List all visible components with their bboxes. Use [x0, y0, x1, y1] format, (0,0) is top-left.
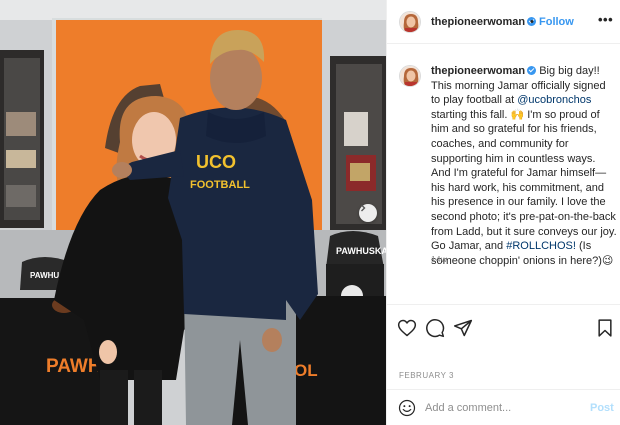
- post-comment-button[interactable]: Post: [590, 402, 614, 414]
- caption-username-text: thepioneerwoman: [431, 65, 526, 77]
- avatar[interactable]: [399, 11, 421, 33]
- caption-username-link[interactable]: thepioneerwoman: [431, 65, 537, 77]
- more-options-icon[interactable]: •••: [598, 13, 613, 27]
- save-bookmark-icon[interactable]: [595, 318, 615, 338]
- action-bar: [387, 304, 620, 348]
- avatar-image: [400, 66, 420, 86]
- comments-area: thepioneerwoman Big big day!! This morni…: [387, 44, 620, 280]
- post-header: thepioneerwoman • Follow •••: [387, 0, 620, 44]
- follow-button[interactable]: Follow: [539, 16, 574, 28]
- instagram-post: PAWHUSKA PAWHU PAWH OL UCO FOOTBALL thep…: [0, 0, 620, 425]
- hashtag-link[interactable]: #ROLLCHOS!: [506, 240, 576, 252]
- chair-text: PAWHUSKA: [336, 246, 386, 256]
- avatar-image: [400, 12, 420, 32]
- mention-link[interactable]: @ucobronchos: [517, 94, 591, 106]
- post-side-panel: thepioneerwoman • Follow ••• thepioneerw…: [386, 0, 620, 425]
- post-caption: thepioneerwoman Big big day!! This morni…: [431, 64, 617, 268]
- username-link[interactable]: thepioneerwoman: [431, 16, 537, 28]
- carousel-next-button[interactable]: [359, 204, 377, 222]
- like-heart-icon[interactable]: [397, 318, 417, 338]
- share-paper-plane-icon[interactable]: [453, 318, 473, 338]
- left-chair-text: PAWHU: [30, 271, 59, 280]
- caption-age: 14w: [431, 254, 448, 264]
- chevron-right-icon: [361, 204, 366, 212]
- add-comment-input[interactable]: [425, 400, 575, 416]
- caption-text-2: starting this fall. 🙌 I'm so proud of hi…: [431, 108, 617, 253]
- username-text: thepioneerwoman: [431, 16, 526, 28]
- post-date: FEBRUARY 3: [399, 371, 454, 380]
- post-photo[interactable]: PAWHUSKA PAWHU PAWH OL UCO FOOTBALL: [0, 0, 386, 425]
- hoodie-text: FOOTBALL: [190, 179, 250, 191]
- emoji-picker-icon[interactable]: [398, 399, 416, 417]
- table-text-right: OL: [294, 361, 318, 380]
- hoodie-logo: UCO: [196, 152, 236, 172]
- verified-badge-icon: [527, 66, 537, 75]
- photo-scene: PAWHUSKA PAWHU PAWH OL UCO FOOTBALL: [0, 0, 386, 425]
- comment-bubble-icon[interactable]: [425, 318, 445, 338]
- comment-bar: Post: [387, 389, 620, 425]
- separator-dot: •: [530, 16, 534, 28]
- caption-avatar[interactable]: [399, 65, 421, 87]
- table-text-left: PAWH: [46, 356, 102, 377]
